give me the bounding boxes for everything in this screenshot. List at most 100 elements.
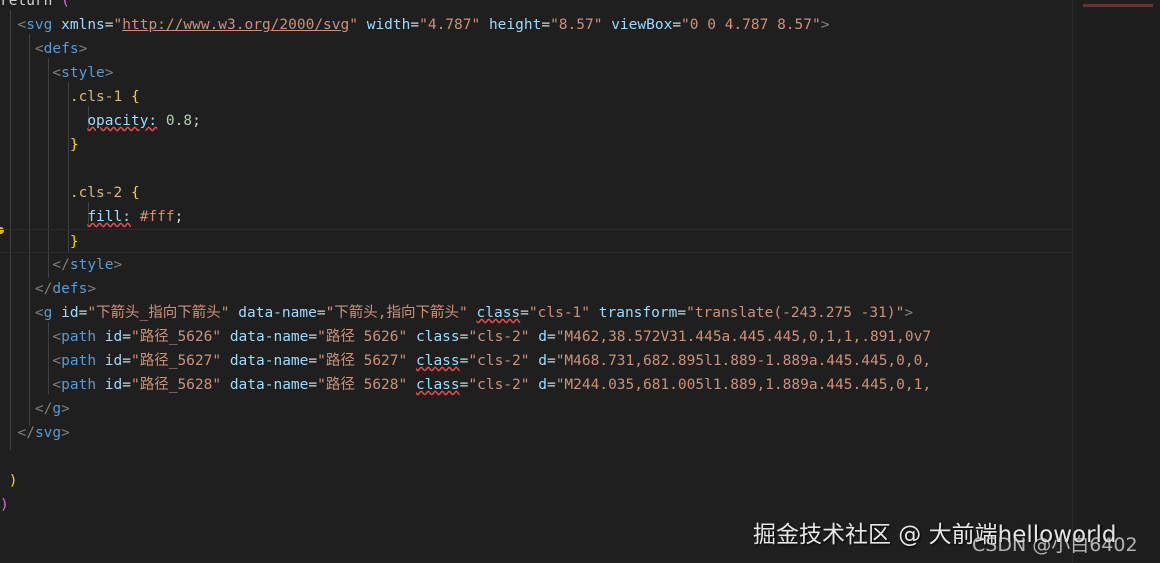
code-line[interactable]: <svg xmlns="http://www.w3.org/2000/svg" … — [0, 13, 829, 37]
code-token: d — [538, 353, 547, 369]
code-line[interactable]: } — [0, 229, 1072, 253]
code-token: = — [122, 329, 131, 345]
code-token: viewBox — [611, 17, 673, 33]
code-token: data-name — [229, 329, 309, 345]
code-token: } — [69, 234, 79, 250]
code-token: = — [316, 305, 326, 321]
minimap[interactable] — [1072, 0, 1160, 563]
code-token: transform — [598, 305, 678, 321]
code-token: path — [61, 353, 97, 369]
code-line[interactable]: .cls-2 { — [0, 181, 140, 205]
code-line[interactable]: </style> — [0, 253, 122, 277]
code-token: = — [308, 353, 318, 369]
code-line[interactable]: </g> — [0, 397, 70, 421]
code-line[interactable]: <style> — [0, 61, 113, 85]
code-token: #fff — [139, 209, 175, 225]
code-token: "路径 5627" — [317, 353, 408, 369]
code-token: data-name — [229, 377, 309, 393]
code-line[interactable]: </defs> — [0, 277, 96, 301]
code-line[interactable]: .cls-1 { — [0, 85, 140, 109]
code-token: ) — [8, 473, 18, 489]
code-token: </ — [17, 425, 35, 441]
code-token: id — [104, 353, 123, 369]
code-token: > — [87, 281, 97, 297]
code-token: return — [0, 0, 62, 9]
code-token: < — [34, 305, 44, 321]
code-token: "translate(-243.275 -31)" — [686, 305, 905, 321]
code-token: "M462,38.572V31.445a.445.445,0,1,1,.891,… — [555, 329, 932, 345]
code-token: ; — [192, 113, 201, 129]
code-token: d — [538, 329, 547, 345]
code-line[interactable]: <path id="路径_5627" data-name="路径 5627" c… — [0, 349, 931, 373]
code-token: fill: — [87, 209, 131, 225]
code-line[interactable]: ) — [0, 469, 18, 493]
code-token: </ — [34, 401, 53, 417]
code-token: < — [34, 41, 44, 57]
code-token: "路径_5626" — [130, 329, 222, 345]
code-token: = — [308, 329, 318, 345]
code-editor[interactable]: return ( <svg xmlns="http://www.w3.org/2… — [0, 0, 1072, 563]
code-token: "路径_5627" — [130, 353, 222, 369]
code-token: .cls-1 — [69, 89, 123, 105]
code-token: } — [69, 137, 79, 153]
code-token: = — [520, 305, 529, 321]
code-token: path — [61, 377, 97, 393]
code-token: class — [476, 305, 521, 321]
code-token: < — [52, 329, 62, 345]
code-token: > — [904, 305, 914, 321]
code-token: height — [488, 17, 542, 33]
code-token: class — [415, 329, 460, 345]
code-line[interactable]: opacity: 0.8; — [0, 109, 201, 133]
code-token: = — [546, 377, 556, 393]
code-token: "路径 5626" — [317, 329, 408, 345]
code-line[interactable]: <path id="路径_5628" data-name="路径 5628" c… — [0, 373, 931, 397]
code-line[interactable]: } — [0, 133, 79, 157]
code-line[interactable]: ) — [0, 493, 9, 517]
code-token: = — [677, 305, 687, 321]
code-line[interactable]: <defs> — [0, 37, 87, 61]
code-token: "下箭头,指向下箭头" — [325, 305, 468, 321]
code-token: path — [61, 329, 97, 345]
code-line[interactable]: </svg> — [0, 421, 69, 445]
code-token: > — [61, 401, 70, 417]
code-token: = — [546, 329, 556, 345]
code-token: "M468.731,682.895l1.889-1.889a.445.445,0… — [555, 353, 932, 369]
code-token: "M244.035,681.005l1.889,1.889a.445.445,0… — [555, 377, 932, 393]
code-line[interactable]: <g id="下箭头_指向下箭头" data-name="下箭头,指向下箭头" … — [0, 301, 913, 325]
code-line[interactable]: <path id="路径_5626" data-name="路径 5626" c… — [0, 325, 931, 349]
code-line[interactable]: return ( — [0, 0, 70, 13]
code-line[interactable]: fill: #fff; — [0, 205, 183, 229]
code-token: "路径_5628" — [130, 377, 222, 393]
code-token: http://www.w3.org/2000/svg — [122, 17, 350, 33]
code-token: "下箭头_指向下箭头" — [87, 305, 230, 321]
